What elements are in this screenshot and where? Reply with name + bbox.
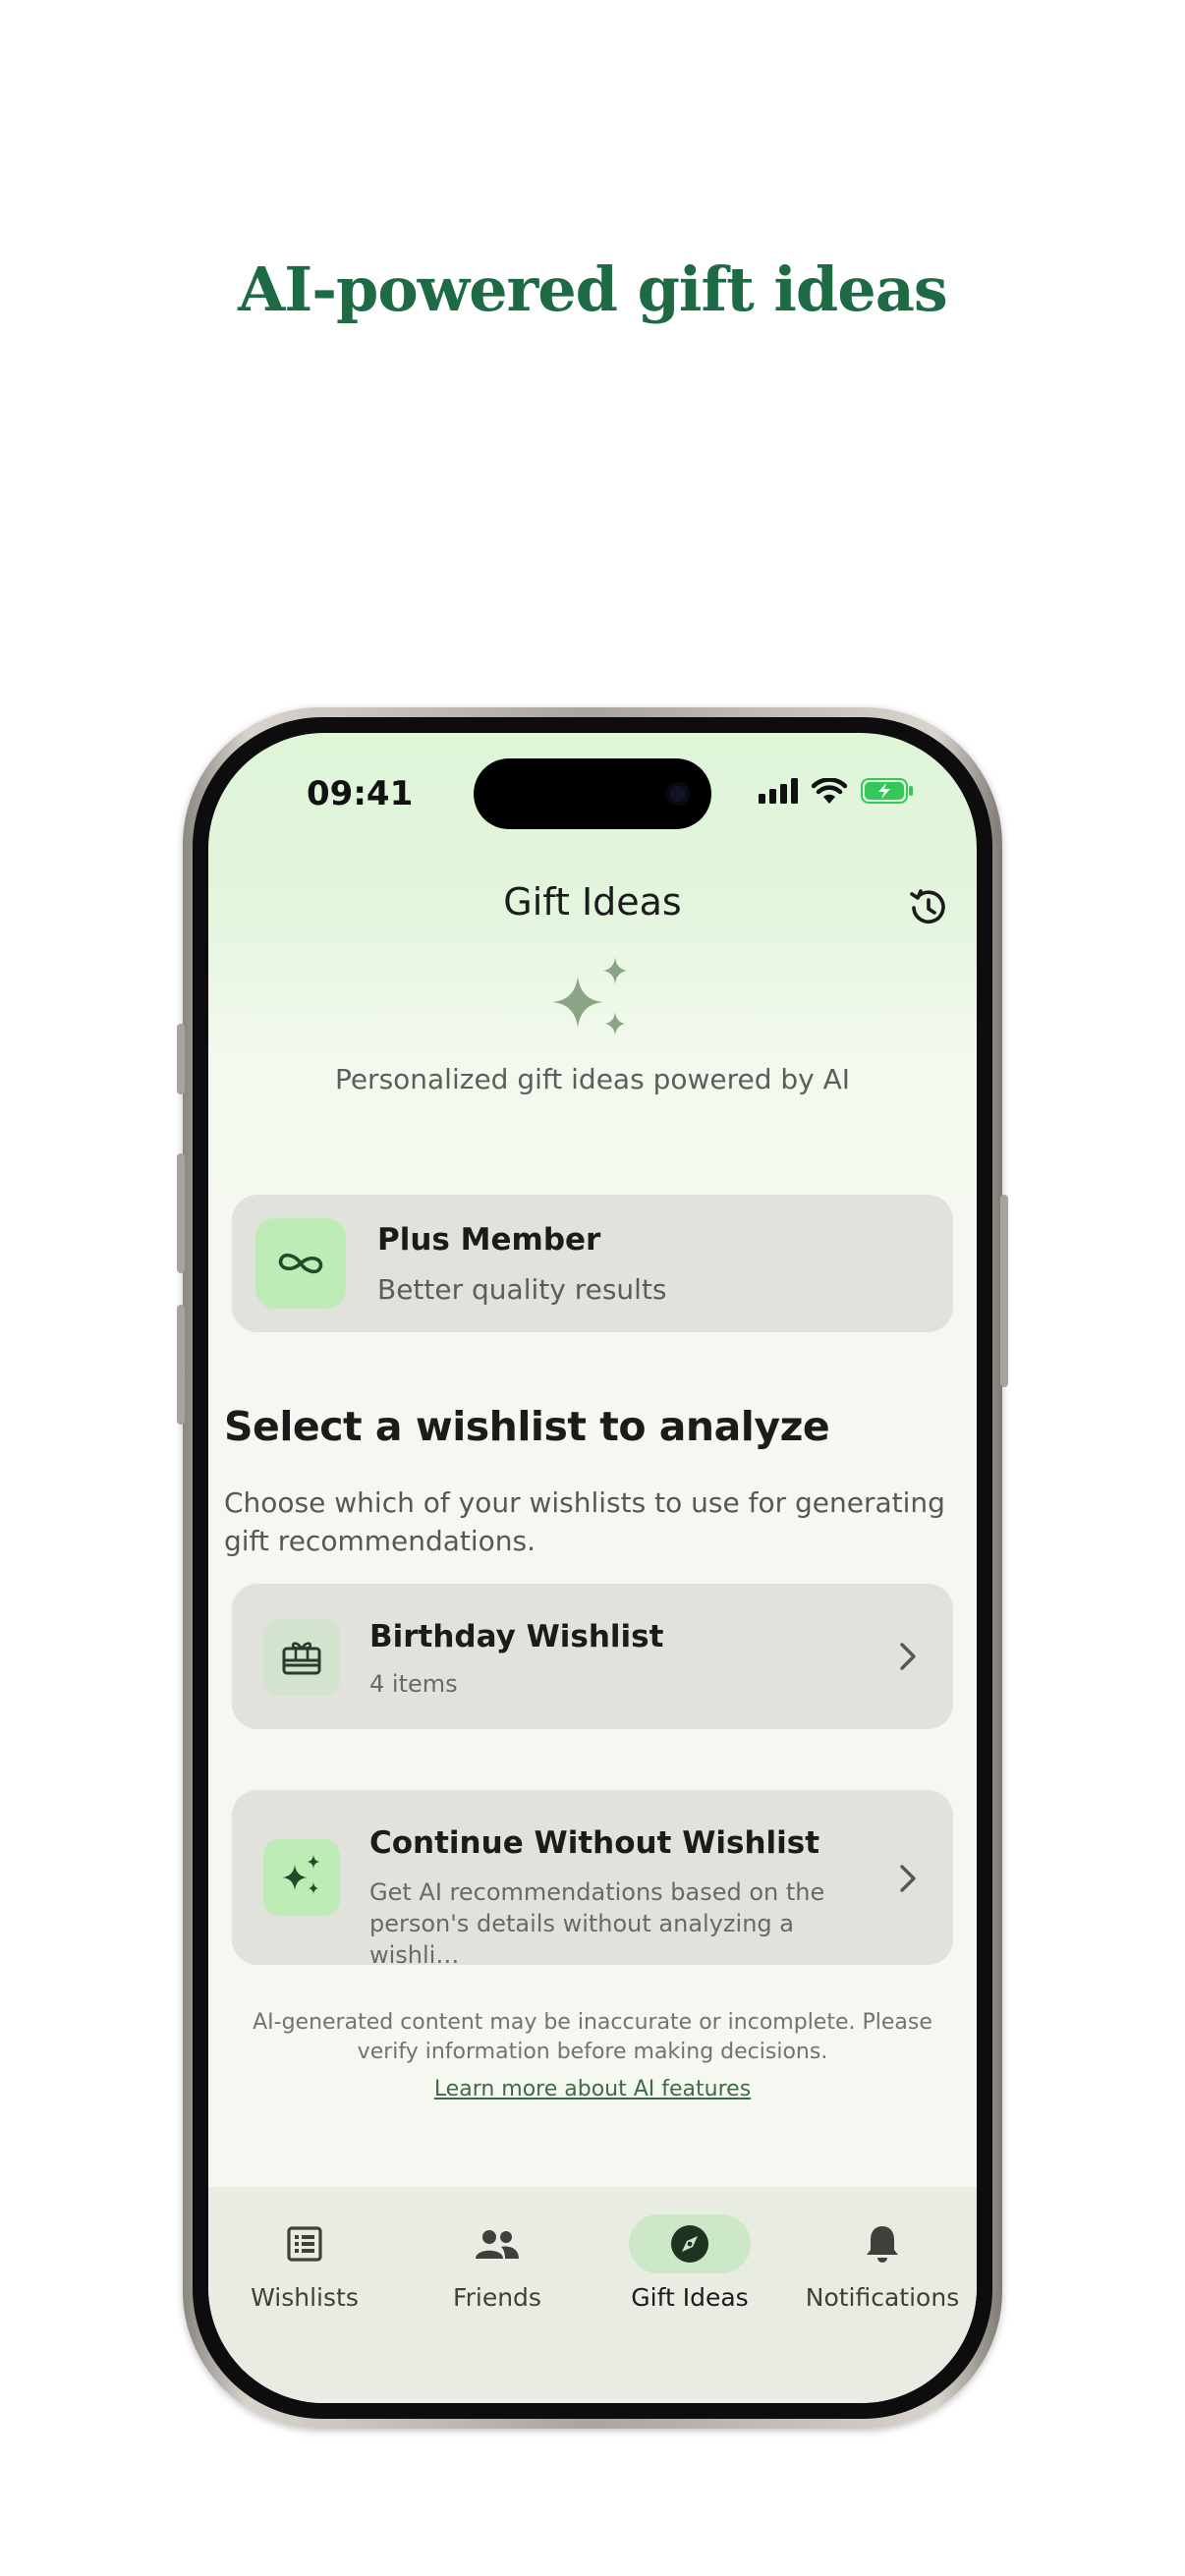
chevron-right-icon: [900, 1865, 916, 1892]
tab-active-indicator: [629, 2214, 751, 2273]
cellular-signal-icon: [759, 778, 798, 804]
section-description: Choose which of your wishlists to use fo…: [224, 1486, 945, 1557]
list-icon: [287, 2226, 322, 2262]
status-icons: [759, 778, 914, 804]
tab-label: Notifications: [805, 2283, 960, 2312]
learn-more-link[interactable]: Learn more about AI features: [208, 2077, 977, 2101]
tab-friends[interactable]: Friends: [401, 2214, 593, 2312]
dynamic-island: [474, 758, 711, 829]
wishlist-item-birthday[interactable]: Birthday Wishlist 4 items: [232, 1584, 953, 1729]
plus-member-subtitle: Better quality results: [377, 1273, 667, 1306]
tab-label: Gift Ideas: [631, 2283, 749, 2312]
infinity-icon: [255, 1218, 346, 1309]
action-button: [177, 1024, 185, 1094]
tab-bar: Wishlists Friends Gift Ideas Notificatio…: [208, 2187, 977, 2403]
page-headline: AI-powered gift ideas: [238, 253, 948, 325]
bell-icon: [867, 2226, 898, 2263]
gift-card-icon: [263, 1619, 340, 1696]
continue-without-wishlist-card[interactable]: Continue Without Wishlist Get AI recomme…: [232, 1790, 953, 1969]
volume-up-button: [177, 1153, 185, 1273]
ai-disclaimer: AI-generated content may be inaccurate o…: [253, 2010, 932, 2064]
tab-icon-wrap: [436, 2214, 558, 2273]
section-heading: Select a wishlist to analyze: [224, 1403, 830, 1450]
wishlist-title: Birthday Wishlist: [369, 1619, 664, 1654]
tab-wishlists[interactable]: Wishlists: [208, 2214, 401, 2312]
tab-notifications[interactable]: Notifications: [786, 2214, 977, 2312]
tab-label: Wishlists: [251, 2283, 359, 2312]
tab-gift-ideas[interactable]: Gift Ideas: [593, 2214, 786, 2312]
history-icon[interactable]: [904, 884, 951, 931]
wishlist-item-count: 4 items: [369, 1670, 458, 1698]
camera-icon: [666, 782, 690, 806]
phone-screen: 09:41 Gift Ideas Personalized gift ideas…: [208, 733, 977, 2403]
compass-icon: [671, 2225, 708, 2263]
tab-icon-wrap: [821, 2214, 943, 2273]
continue-subtitle: Get AI recommendations based on the pers…: [369, 1878, 825, 1969]
volume-down-button: [177, 1305, 185, 1425]
tab-icon-wrap: [244, 2214, 366, 2273]
plus-member-title: Plus Member: [377, 1222, 601, 1258]
people-icon: [476, 2230, 519, 2259]
continue-title: Continue Without Wishlist: [369, 1825, 820, 1861]
battery-charging-icon: [861, 778, 913, 804]
wifi-icon: [812, 778, 847, 804]
sparkles-icon: [263, 1839, 340, 1916]
hero-subtitle: Personalized gift ideas powered by AI: [334, 1063, 851, 1095]
power-button: [1000, 1195, 1008, 1387]
tab-label: Friends: [453, 2283, 541, 2312]
status-time: 09:41: [307, 774, 414, 813]
sparkles-icon: [552, 957, 627, 1036]
chevron-right-icon: [900, 1643, 916, 1670]
plus-member-card: Plus Member Better quality results: [232, 1195, 953, 1332]
page-title: Gift Ideas: [503, 880, 682, 924]
